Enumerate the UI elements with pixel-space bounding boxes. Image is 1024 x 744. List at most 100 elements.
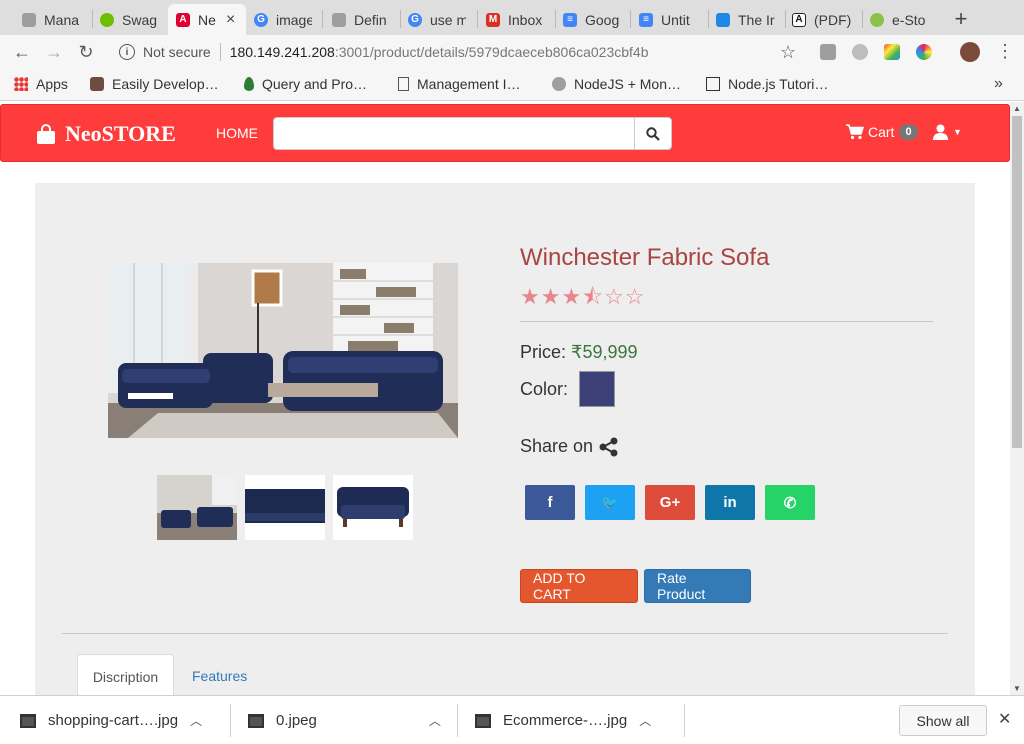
product-main-image[interactable]	[108, 263, 458, 438]
brand-logo[interactable]: NeoSTORE	[35, 121, 176, 147]
search-input[interactable]	[273, 117, 635, 150]
chevron-up-icon[interactable]: ︿	[429, 712, 441, 729]
bookmark-star-icon[interactable]: ☆	[780, 42, 796, 63]
tab-title: image	[276, 11, 312, 28]
share-google-plus-button[interactable]: G+	[645, 485, 695, 520]
new-tab-button[interactable]: +	[950, 6, 972, 32]
browser-tab-7[interactable]: ≡ Goog	[563, 4, 625, 35]
docs-icon: ≡	[639, 12, 653, 27]
google-icon: G	[408, 12, 422, 27]
bookmark-label: Easily Develop…	[112, 76, 219, 92]
tab-description[interactable]: Discription	[77, 654, 174, 695]
bookmark-easily-develop[interactable]: Easily Develop…	[90, 76, 219, 92]
extension-colorpicker-icon[interactable]	[884, 44, 900, 60]
download-item[interactable]: 0.jpeg ︿	[248, 696, 441, 744]
nav-home-link[interactable]: HOME	[216, 125, 258, 141]
forward-arrow-icon[interactable]: →	[42, 40, 66, 64]
close-tab-icon[interactable]: ×	[226, 11, 235, 29]
rating-stars-full: ★★★	[520, 284, 583, 309]
tab-features[interactable]: Features	[192, 668, 247, 684]
angular-icon: A	[176, 12, 190, 27]
bookmark-nodejs-mongo[interactable]: NodeJS + Mon…	[552, 76, 681, 92]
extension-color-wheel-icon[interactable]	[916, 44, 932, 60]
share-twitter-button[interactable]: 🐦	[585, 485, 635, 520]
search-button[interactable]	[634, 117, 672, 150]
browser-tab-0[interactable]: Mana	[22, 4, 84, 35]
thumbnail-room-image	[157, 475, 237, 540]
bookmark-nodejs-tutorial[interactable]: Node.js Tutori…	[706, 76, 828, 92]
browser-tab-2-active[interactable]: A Ne ×	[168, 4, 246, 35]
bookmarks-bar: Apps Easily Develop… Query and Pro… Mana…	[0, 69, 1024, 101]
web-page: NeoSTORE HOME Cart 0 ▼ Winchester Fabric…	[0, 102, 1010, 695]
color-label: Color:	[520, 378, 569, 399]
tab-title: The Ir	[738, 11, 775, 28]
reload-icon[interactable]: ↻	[74, 40, 98, 64]
back-arrow-icon[interactable]: ←	[10, 40, 34, 64]
product-thumbnail-1[interactable]	[157, 475, 237, 540]
facebook-icon: f	[547, 494, 553, 511]
browser-tab-4[interactable]: Defin	[332, 4, 394, 35]
google-plus-icon: G+	[659, 494, 681, 511]
add-to-cart-button[interactable]: ADD TO CART	[520, 569, 638, 603]
extension-globe-icon[interactable]	[852, 44, 868, 60]
browser-tab-1[interactable]: Swag	[100, 4, 164, 35]
show-all-downloads-button[interactable]: Show all	[899, 705, 987, 736]
info-icon[interactable]: i	[119, 44, 135, 60]
product-title: Winchester Fabric Sofa	[520, 244, 770, 271]
scroll-up-arrow-icon[interactable]: ▲	[1010, 104, 1024, 113]
close-icon[interactable]: ✕	[998, 709, 1011, 729]
browser-tab-5[interactable]: G use m	[408, 4, 470, 35]
browser-tabstrip: Mana Swag A Ne × G image Defin G use m M…	[0, 0, 1024, 35]
share-label: Share on	[520, 436, 594, 456]
swagger-icon	[100, 12, 114, 27]
share-whatsapp-button[interactable]: ✆	[765, 485, 815, 520]
share-linkedin-button[interactable]: in	[705, 485, 755, 520]
color-swatch[interactable]	[579, 371, 616, 407]
bookmark-management[interactable]: Management I…	[398, 76, 521, 92]
cart-icon	[846, 124, 864, 140]
share-facebook-button[interactable]: f	[525, 485, 575, 520]
page-scrollbar[interactable]: ▲ ▼	[1010, 102, 1024, 695]
rate-product-button[interactable]: Rate Product	[644, 569, 751, 603]
thumbnail-sofa-image	[333, 475, 413, 540]
product-thumbnail-2[interactable]	[245, 475, 325, 540]
android-icon	[870, 12, 884, 27]
download-item[interactable]: Ecommerce-….jpg ︿	[475, 696, 651, 744]
cart-count-badge: 0	[899, 124, 918, 140]
linkedin-icon: in	[723, 494, 737, 511]
site-icon	[716, 12, 730, 27]
browser-tab-3[interactable]: G image	[254, 4, 316, 35]
browser-tab-11[interactable]: e-Sto	[870, 4, 930, 35]
cart-link[interactable]: Cart 0	[846, 124, 918, 140]
bookmark-apps[interactable]: Apps	[14, 76, 68, 92]
chevron-up-icon[interactable]: ︿	[639, 712, 651, 729]
browser-tab-8[interactable]: ≡ Untit	[639, 4, 701, 35]
download-item[interactable]: shopping-cart….jpg ︿	[20, 696, 202, 744]
scrollbar-thumb[interactable]	[1012, 116, 1022, 448]
cart-label: Cart	[868, 124, 895, 140]
scroll-down-arrow-icon[interactable]: ▼	[1010, 684, 1024, 693]
browser-tab-6[interactable]: M Inbox	[486, 4, 548, 35]
product-price: Price: ₹59,999	[520, 342, 638, 363]
address-bar[interactable]: i Not secure 180.149.241.208 :3001/produ…	[108, 38, 808, 66]
bookmarks-overflow-icon[interactable]: »	[994, 75, 1003, 93]
tab-title: Defin	[354, 11, 387, 28]
product-thumbnail-3[interactable]	[333, 475, 413, 540]
bookmark-query[interactable]: Query and Pro…	[244, 76, 367, 92]
chevron-up-icon[interactable]: ︿	[190, 712, 202, 729]
download-filename: 0.jpeg	[276, 712, 317, 729]
image-file-icon	[475, 713, 491, 728]
tab-title: Goog	[585, 11, 620, 28]
browser-tab-9[interactable]: The Ir	[716, 4, 778, 35]
bookmark-label: Node.js Tutori…	[728, 76, 829, 92]
bookmark-label: NodeJS + Mon…	[574, 76, 681, 92]
browser-tab-10[interactable]: A (PDF)	[792, 4, 854, 35]
extension-m-icon[interactable]	[820, 44, 836, 60]
url-host: 180.149.241.208	[229, 44, 335, 60]
user-menu-dropdown[interactable]: ▼	[933, 124, 962, 140]
more-menu-icon[interactable]: ⋮	[996, 41, 1014, 62]
profile-avatar[interactable]	[960, 42, 980, 62]
divider	[219, 43, 221, 61]
shopping-bag-icon	[37, 124, 55, 144]
whatsapp-icon: ✆	[783, 494, 797, 512]
